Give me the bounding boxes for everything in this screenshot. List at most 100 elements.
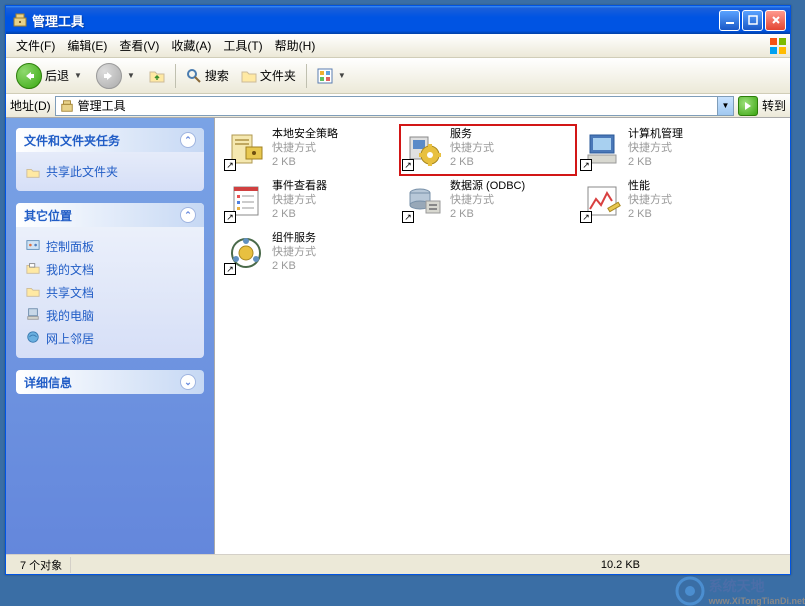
menu-edit[interactable]: 编辑(E) bbox=[61, 35, 113, 56]
menu-file[interactable]: 文件(F) bbox=[10, 35, 61, 56]
file-size: 2 KB bbox=[628, 207, 672, 221]
file-name: 性能 bbox=[628, 179, 672, 193]
chevron-down-icon: ▼ bbox=[125, 71, 137, 80]
file-size: 2 KB bbox=[272, 155, 338, 169]
file-item[interactable]: ↗ 性能快捷方式2 KB bbox=[577, 176, 755, 228]
file-type: 快捷方式 bbox=[272, 141, 338, 155]
go-arrow-icon bbox=[742, 100, 754, 112]
file-name: 服务 bbox=[450, 127, 494, 141]
file-item[interactable]: ↗ 数据源 (ODBC)快捷方式2 KB bbox=[399, 176, 577, 228]
expand-icon: ⌄ bbox=[180, 374, 196, 390]
windows-logo-icon bbox=[768, 36, 788, 56]
address-dropdown[interactable]: ▼ bbox=[717, 97, 733, 115]
folders-label: 文件夹 bbox=[260, 67, 296, 84]
tasks-panel-title: 文件和文件夹任务 bbox=[24, 132, 120, 149]
other-place-link[interactable]: 我的文档 bbox=[26, 258, 194, 281]
details-header[interactable]: 详细信息 ⌄ bbox=[16, 370, 204, 394]
shortcut-icon: ↗ bbox=[224, 231, 268, 275]
shortcut-icon: ↗ bbox=[580, 127, 624, 171]
tasks-panel-header[interactable]: 文件和文件夹任务 ⌃ bbox=[16, 128, 204, 152]
views-icon bbox=[317, 68, 333, 84]
place-icon bbox=[26, 307, 40, 324]
file-item[interactable]: ↗服务快捷方式2 KB bbox=[399, 124, 577, 176]
sidebar: 文件和文件夹任务 ⌃ 共享此文件夹 其它位置 ⌃ 控制面板我的文档共享文档我的电… bbox=[6, 118, 214, 554]
other-places-panel: 其它位置 ⌃ 控制面板我的文档共享文档我的电脑网上邻居 bbox=[16, 203, 204, 358]
file-type: 快捷方式 bbox=[628, 193, 672, 207]
collapse-icon: ⌃ bbox=[180, 207, 196, 223]
shortcut-icon: ↗ bbox=[402, 179, 446, 223]
file-size: 2 KB bbox=[450, 207, 525, 221]
address-input[interactable]: 管理工具 ▼ bbox=[55, 96, 734, 116]
share-label: 共享此文件夹 bbox=[46, 163, 118, 180]
search-button[interactable]: 搜索 bbox=[182, 65, 233, 86]
shortcut-overlay-icon: ↗ bbox=[580, 159, 592, 171]
admin-tools-icon bbox=[60, 99, 74, 113]
go-button[interactable] bbox=[738, 96, 758, 116]
menubar: 文件(F) 编辑(E) 查看(V) 收藏(A) 工具(T) 帮助(H) bbox=[6, 34, 790, 58]
shortcut-overlay-icon: ↗ bbox=[224, 263, 236, 275]
watermark-brand: 系统天地 bbox=[709, 576, 805, 596]
shortcut-overlay-icon: ↗ bbox=[224, 159, 236, 171]
file-item[interactable]: ↗ 本地安全策略快捷方式2 KB bbox=[221, 124, 399, 176]
file-name: 事件查看器 bbox=[272, 179, 327, 193]
file-item[interactable]: ↗事件查看器快捷方式2 KB bbox=[221, 176, 399, 228]
go-label: 转到 bbox=[762, 97, 786, 114]
file-name: 数据源 (ODBC) bbox=[450, 179, 525, 193]
file-list[interactable]: ↗本地安全策略快捷方式2 KB↗服务快捷方式2 KB↗计算机管理快捷方式2 KB… bbox=[214, 118, 790, 554]
collapse-icon: ⌃ bbox=[180, 132, 196, 148]
up-button[interactable] bbox=[145, 66, 169, 86]
views-button[interactable]: ▼ bbox=[313, 66, 352, 86]
place-label: 网上邻居 bbox=[46, 330, 94, 347]
place-label: 共享文档 bbox=[46, 284, 94, 301]
other-place-link[interactable]: 网上邻居 bbox=[26, 327, 194, 350]
folders-button[interactable]: 文件夹 bbox=[237, 65, 300, 86]
separator bbox=[306, 64, 307, 88]
file-name: 本地安全策略 bbox=[272, 127, 338, 141]
window-controls bbox=[719, 10, 786, 31]
file-type: 快捷方式 bbox=[272, 245, 316, 259]
explorer-window: 管理工具 文件(F) 编辑(E) 查看(V) 收藏(A) 工具(T) 帮助(H)… bbox=[5, 5, 791, 575]
file-name: 组件服务 bbox=[272, 231, 316, 245]
file-item[interactable]: ↗ 计算机管理快捷方式2 KB bbox=[577, 124, 755, 176]
menu-help[interactable]: 帮助(H) bbox=[269, 35, 322, 56]
file-type: 快捷方式 bbox=[628, 141, 683, 155]
file-type: 快捷方式 bbox=[450, 193, 525, 207]
status-objects: 7 个对象 bbox=[12, 557, 71, 573]
maximize-button[interactable] bbox=[742, 10, 763, 31]
file-name: 计算机管理 bbox=[628, 127, 683, 141]
tasks-panel: 文件和文件夹任务 ⌃ 共享此文件夹 bbox=[16, 128, 204, 191]
forward-arrow-icon bbox=[96, 63, 122, 89]
file-item[interactable]: ↗组件服务快捷方式2 KB bbox=[221, 228, 399, 280]
chevron-down-icon: ▼ bbox=[72, 71, 84, 80]
watermark-url: www.XiTongTianDi.net bbox=[709, 596, 805, 606]
menu-favorites[interactable]: 收藏(A) bbox=[165, 35, 217, 56]
status-size: 10.2 KB bbox=[601, 559, 640, 571]
share-folder-link[interactable]: 共享此文件夹 bbox=[26, 160, 194, 183]
file-type: 快捷方式 bbox=[450, 141, 494, 155]
place-icon bbox=[26, 284, 40, 301]
back-label: 后退 bbox=[45, 67, 69, 84]
toolbar: 后退 ▼ ▼ 搜索 文件夹 ▼ bbox=[6, 58, 790, 94]
place-label: 控制面板 bbox=[46, 238, 94, 255]
minimize-button[interactable] bbox=[719, 10, 740, 31]
shortcut-overlay-icon: ↗ bbox=[580, 211, 592, 223]
back-button[interactable]: 后退 ▼ bbox=[12, 61, 88, 91]
search-icon bbox=[186, 68, 202, 84]
other-place-link[interactable]: 我的电脑 bbox=[26, 304, 194, 327]
forward-button[interactable]: ▼ bbox=[92, 61, 141, 91]
menu-view[interactable]: 查看(V) bbox=[113, 35, 165, 56]
addressbar: 地址(D) 管理工具 ▼ 转到 bbox=[6, 94, 790, 118]
close-button[interactable] bbox=[765, 10, 786, 31]
other-place-link[interactable]: 控制面板 bbox=[26, 235, 194, 258]
chevron-down-icon: ▼ bbox=[336, 71, 348, 80]
separator bbox=[175, 64, 176, 88]
folders-icon bbox=[241, 68, 257, 84]
other-place-link[interactable]: 共享文档 bbox=[26, 281, 194, 304]
content-area: 文件和文件夹任务 ⌃ 共享此文件夹 其它位置 ⌃ 控制面板我的文档共享文档我的电… bbox=[6, 118, 790, 554]
menu-tools[interactable]: 工具(T) bbox=[217, 35, 268, 56]
file-size: 2 KB bbox=[628, 155, 683, 169]
other-places-header[interactable]: 其它位置 ⌃ bbox=[16, 203, 204, 227]
shortcut-icon: ↗ bbox=[224, 127, 268, 171]
titlebar[interactable]: 管理工具 bbox=[6, 6, 790, 34]
share-icon bbox=[26, 165, 40, 179]
